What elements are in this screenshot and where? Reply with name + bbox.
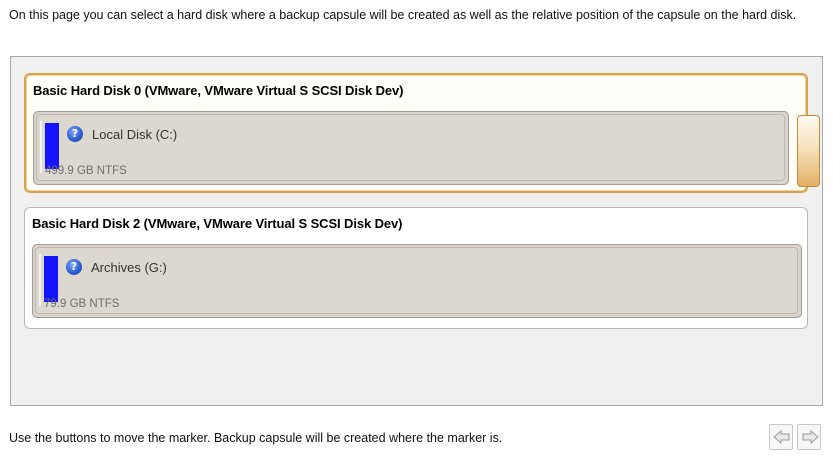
disk-0-title: Basic Hard Disk 0 (VMware, VMware Virtua… — [33, 83, 404, 98]
capsule-marker[interactable] — [797, 115, 820, 187]
volume-usage-bar — [44, 256, 58, 302]
move-marker-right-button[interactable] — [797, 424, 821, 450]
volume-bar-edge — [40, 121, 42, 173]
move-marker-left-button[interactable] — [769, 424, 793, 450]
partition-c[interactable]: ? Local Disk (C:) 499.9 GB NTFS — [33, 111, 789, 185]
footer-hint: Use the buttons to move the marker. Back… — [9, 431, 503, 445]
arrow-left-icon — [773, 429, 790, 445]
help-icon[interactable]: ? — [66, 259, 82, 275]
disk-2-card[interactable]: Basic Hard Disk 2 (VMware, VMware Virtua… — [24, 207, 808, 329]
help-icon[interactable]: ? — [67, 126, 83, 142]
partition-size: 499.9 GB NTFS — [45, 165, 127, 177]
partition-g[interactable]: ? Archives (G:) 79.9 GB NTFS — [32, 244, 802, 318]
partition-c-inner: ? Local Disk (C:) 499.9 GB NTFS — [36, 114, 785, 181]
disk-2-title: Basic Hard Disk 2 (VMware, VMware Virtua… — [32, 216, 403, 231]
partition-label: Archives (G:) — [91, 260, 167, 275]
partition-g-inner: ? Archives (G:) 79.9 GB NTFS — [35, 247, 798, 314]
arrow-right-icon — [802, 429, 819, 445]
partition-size: 79.9 GB NTFS — [44, 298, 120, 310]
disk-list: Basic Hard Disk 0 (VMware, VMware Virtua… — [10, 56, 823, 406]
partition-label: Local Disk (C:) — [92, 127, 178, 142]
volume-bar-edge — [39, 254, 41, 306]
disk-0-card[interactable]: Basic Hard Disk 0 (VMware, VMware Virtua… — [24, 73, 820, 193]
intro-text: On this page you can select a hard disk … — [9, 8, 797, 22]
volume-usage-bar — [45, 123, 59, 169]
